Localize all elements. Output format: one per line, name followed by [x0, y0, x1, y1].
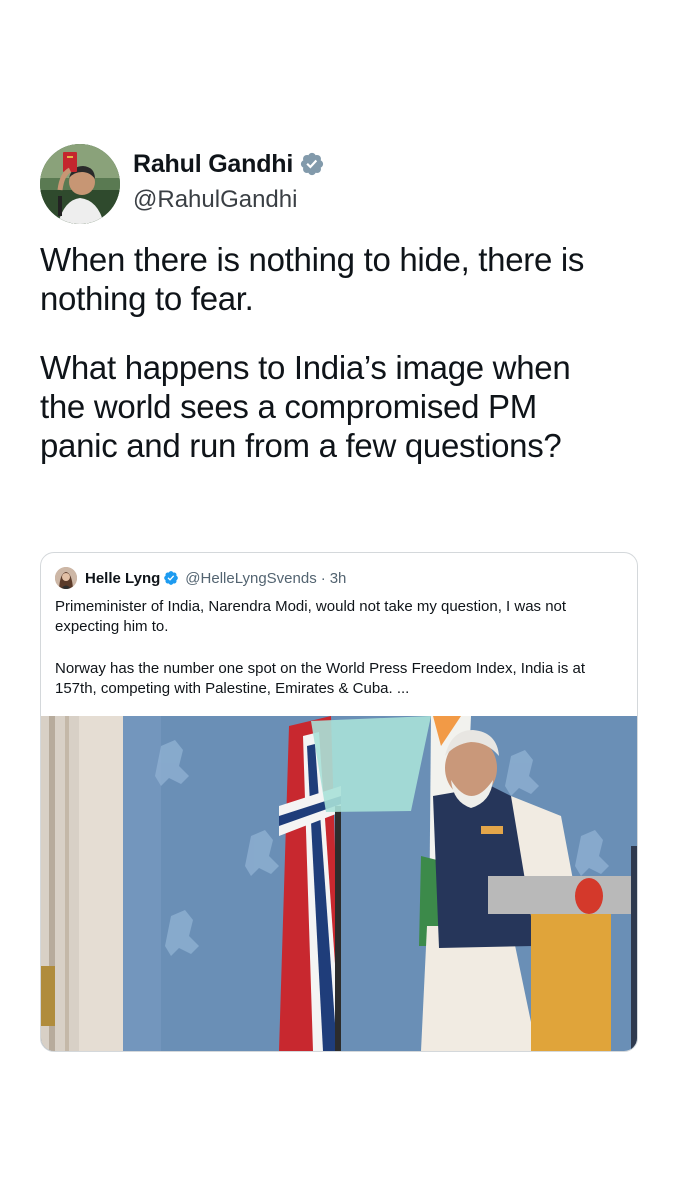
author-display-name[interactable]: Rahul Gandhi	[133, 150, 293, 179]
author-avatar[interactable]	[40, 144, 120, 224]
quoted-text-paragraph-2: Norway has the number one spot on the Wo…	[55, 660, 585, 697]
quoted-author-avatar[interactable]	[55, 567, 77, 589]
verified-badge-icon	[301, 152, 324, 176]
tweet-author[interactable]: Rahul Gandhi @RahulGandhi	[40, 142, 640, 224]
quoted-tweet-card[interactable]: Helle Lyng @HelleLyngSvends · 3h Primemi…	[40, 552, 638, 1052]
tweet-text-paragraph-1: When there is nothing to hide, there is …	[40, 241, 585, 317]
quoted-author-handle[interactable]: @HelleLyngSvends	[185, 570, 316, 587]
main-tweet: Rahul Gandhi @RahulGandhi When there is …	[40, 142, 640, 464]
quoted-author-name[interactable]: Helle Lyng	[85, 570, 160, 587]
quoted-verified-badge-icon	[164, 571, 179, 585]
tweet-text-paragraph-2: What happens to India’s image when the w…	[40, 349, 571, 464]
quoted-separator-dot: ·	[320, 569, 326, 587]
quoted-video-thumbnail[interactable]	[41, 716, 637, 1051]
quoted-timestamp[interactable]: 3h	[330, 570, 347, 587]
quoted-tweet-header: Helle Lyng @HelleLyngSvends · 3h	[55, 565, 346, 591]
author-handle[interactable]: @RahulGandhi	[133, 186, 325, 214]
quoted-text-paragraph-1: Primeminister of India, Narendra Modi, w…	[55, 598, 567, 635]
